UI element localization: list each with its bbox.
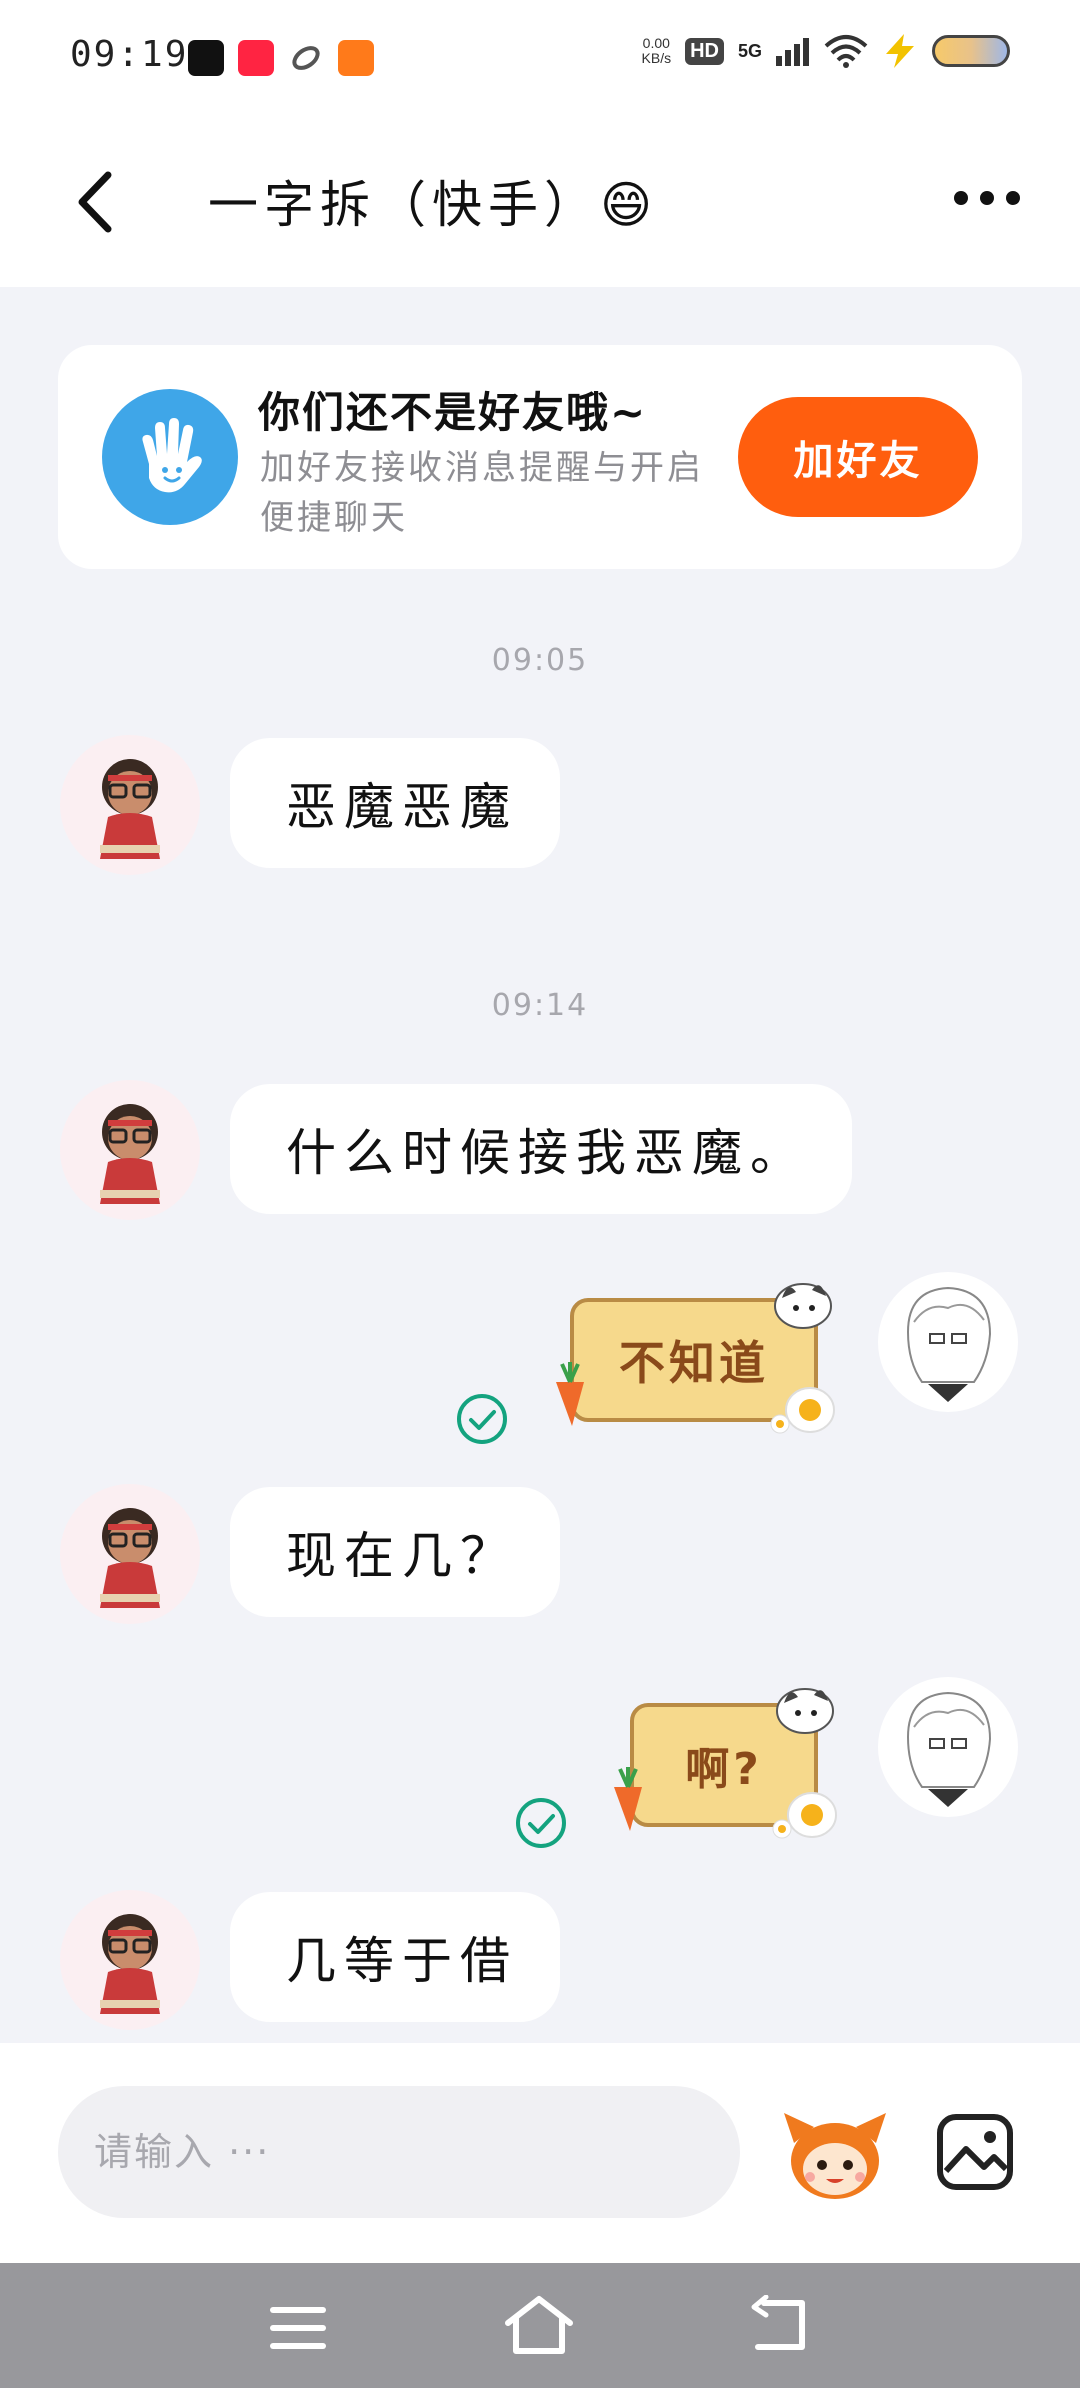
app-notification-icon [188, 40, 224, 76]
network-speed: 0.00 KB/s [642, 36, 672, 66]
wifi-icon [824, 35, 868, 68]
sticker-message[interactable]: 不知道 [548, 1270, 848, 1440]
signal-bars-icon [776, 38, 809, 66]
mascot-emoji-icon[interactable] [780, 2103, 890, 2203]
message-bubble[interactable]: 现在几？ [230, 1487, 560, 1617]
menu-icon[interactable] [268, 2303, 328, 2353]
my-avatar[interactable] [878, 1272, 1018, 1412]
contact-avatar[interactable] [60, 735, 200, 875]
check-circle-icon [457, 1394, 507, 1444]
check-circle-icon [516, 1798, 566, 1848]
back-icon[interactable] [68, 167, 124, 237]
contact-avatar[interactable] [60, 1080, 200, 1220]
add-friend-button[interactable]: 加好友 [738, 397, 978, 517]
contact-avatar[interactable] [60, 1484, 200, 1624]
message-bubble[interactable]: 恶魔恶魔 [230, 738, 560, 868]
chat-title: 一字拆（快手）😄 [208, 176, 659, 234]
banner-title: 你们还不是好友哦~ [258, 388, 648, 437]
home-icon[interactable] [502, 2293, 576, 2357]
sticker-message[interactable]: 啊? [606, 1675, 846, 1845]
banner-subtitle: 加好友接收消息提醒与开启便捷聊天 [260, 448, 704, 538]
hd-badge: HD [685, 37, 724, 65]
notification-icons [188, 40, 374, 76]
network-speed-unit: KB/s [641, 50, 672, 66]
app-notification-icon [288, 40, 324, 76]
signal-5g-label: 5G [737, 40, 762, 61]
status-time: 09:19 [70, 34, 189, 75]
battery-icon [932, 35, 1010, 67]
app-notification-icon [338, 40, 374, 76]
nav-back-icon[interactable] [748, 2295, 812, 2355]
xiaohongshu-notification-icon [238, 40, 274, 76]
status-bar: 09:19 0.00 KB/s HD 5G [0, 0, 1080, 115]
message-input[interactable] [58, 2086, 740, 2218]
message-timestamp: 09:05 [491, 643, 589, 678]
input-bar [0, 2043, 1080, 2263]
charging-icon [886, 34, 914, 68]
more-icon[interactable] [954, 191, 1020, 205]
image-icon[interactable] [936, 2113, 1014, 2191]
hand-wave-icon [102, 389, 238, 525]
system-navigation-bar [0, 2263, 1080, 2388]
status-indicators: 0.00 KB/s HD 5G [642, 34, 1010, 68]
add-friend-banner: 你们还不是好友哦~ 加好友接收消息提醒与开启便捷聊天 加好友 [58, 345, 1022, 569]
my-avatar[interactable] [878, 1677, 1018, 1817]
message-bubble[interactable]: 什么时候接我恶魔。 [230, 1084, 852, 1214]
message-bubble[interactable]: 几等于借 [230, 1892, 560, 2022]
contact-avatar[interactable] [60, 1890, 200, 2030]
network-speed-value: 0.00 [642, 35, 670, 51]
chat-header: 一字拆（快手）😄 [0, 115, 1080, 287]
message-timestamp: 09:14 [491, 988, 589, 1023]
